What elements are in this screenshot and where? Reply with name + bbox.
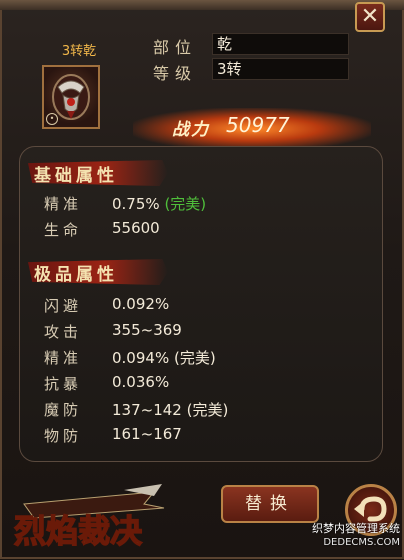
logo-text: 烈焰裁决 [14, 512, 142, 550]
level-value: 3转 [212, 58, 349, 80]
window-top-border [0, 0, 404, 10]
stat-name: 攻击 [44, 323, 83, 341]
stat-value: 0.092% [112, 295, 170, 313]
stat-value: 0.036% [112, 373, 170, 391]
stat-name: 闪避 [44, 297, 83, 315]
base-section-title: 基础属性 [34, 166, 118, 186]
stat-name: 生命 [44, 221, 83, 239]
stat-value: 55600 [112, 219, 160, 237]
item-level-title: 3转乾 [61, 44, 97, 59]
stat-name: 物防 [44, 427, 83, 445]
stat-name: 精准 [44, 349, 83, 367]
level-label: 等级 [153, 64, 198, 83]
slot-label: 部位 [153, 38, 198, 57]
logo-graphic: 烈焰裁决 [13, 484, 165, 551]
watermark-line2: DEDECMS.COM [323, 537, 400, 548]
slot-value: 乾 [212, 33, 349, 55]
game-logo: 烈焰裁决 [4, 484, 174, 556]
power-value: 50977 [226, 113, 290, 137]
stat-value: 355~369 [112, 321, 182, 339]
item-slot[interactable]: • [42, 65, 100, 129]
stat-name: 魔防 [44, 401, 83, 419]
close-button[interactable]: ✕ [355, 2, 385, 32]
lock-icon: • [46, 113, 58, 125]
stat-value: 0.75% (完美) [112, 193, 206, 214]
stat-value: 0.094% (完美) [112, 349, 216, 367]
stat-name: 抗暴 [44, 375, 83, 393]
power-label: 战力 [172, 120, 210, 140]
perfect-tag: (完美) [164, 195, 207, 213]
stat-value-number: 0.75% [112, 195, 160, 213]
stat-value: 137~142 (完美) [112, 401, 229, 419]
replace-button[interactable]: 替换 [221, 485, 319, 523]
watermark: 织梦内容管理系统 DEDECMS.COM [294, 522, 400, 550]
close-icon: ✕ [360, 4, 380, 29]
watermark-line1: 织梦内容管理系统 [312, 522, 400, 535]
extra-section-title: 极品属性 [34, 265, 118, 285]
stat-value: 161~167 [112, 425, 182, 443]
stat-name: 精准 [44, 195, 83, 213]
